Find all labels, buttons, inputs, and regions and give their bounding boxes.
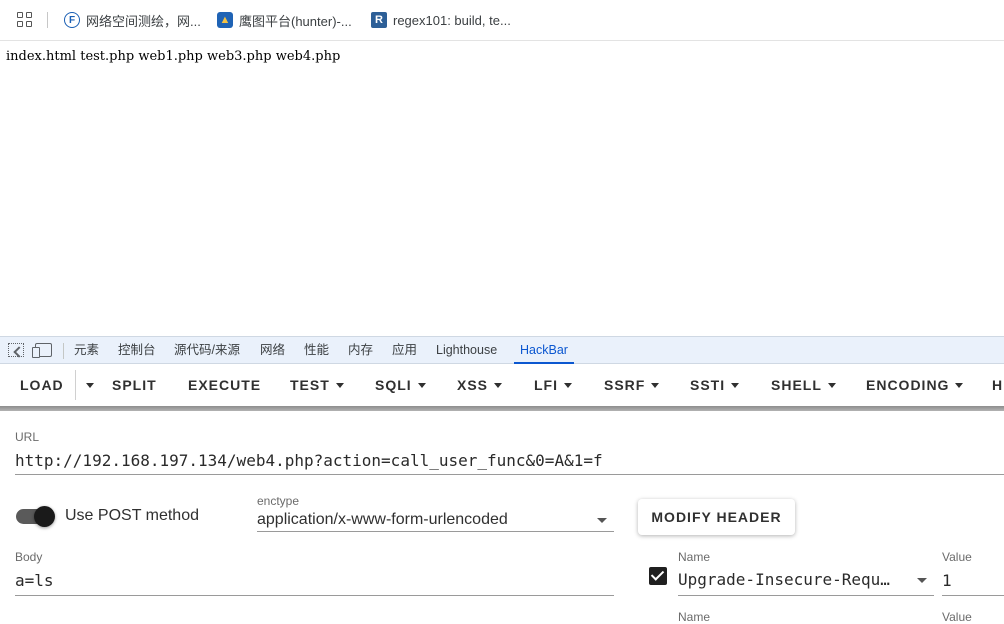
- header-value-label: Value: [942, 610, 972, 624]
- chevron-down-icon: [955, 382, 964, 388]
- chevron-down-icon: [651, 382, 660, 388]
- body-underline: [15, 595, 614, 596]
- shell-label: SHELL: [771, 377, 822, 393]
- tab-memory[interactable]: 内存: [348, 337, 373, 364]
- tab-console[interactable]: 控制台: [118, 337, 156, 364]
- sqli-menu-button[interactable]: SQLI: [375, 364, 426, 406]
- chevron-down-icon: [86, 382, 94, 388]
- modify-header-button[interactable]: MODIFY HEADER: [638, 499, 795, 535]
- bookmarks-bar: F 网络空间测绘，网... ▲ 鹰图平台(hunter)-... R regex…: [0, 0, 1004, 41]
- test-menu-button[interactable]: TEST: [290, 364, 344, 406]
- encoding-label: ENCODING: [866, 377, 950, 393]
- header-name-value: Upgrade-Insecure-Requ…: [678, 570, 890, 589]
- regex101-favicon-icon: R: [371, 12, 387, 28]
- header-value-input[interactable]: 1: [942, 571, 1004, 590]
- fofa-favicon-icon: F: [64, 12, 80, 28]
- tab-network[interactable]: 网络: [260, 337, 285, 364]
- apps-grid-icon[interactable]: [17, 12, 33, 28]
- bookmark-label: 网络空间测绘，网...: [86, 13, 201, 29]
- ssti-menu-button[interactable]: SSTI: [690, 364, 740, 406]
- xss-label: XSS: [457, 377, 489, 393]
- chevron-down-icon: [494, 382, 503, 388]
- chevron-down-icon: [335, 382, 344, 388]
- tab-lighthouse[interactable]: Lighthouse: [436, 337, 497, 364]
- tab-application[interactable]: 应用: [392, 337, 417, 364]
- bookmark-hunter[interactable]: ▲ 鹰图平台(hunter)-...: [217, 11, 352, 29]
- more-menu-button[interactable]: H: [992, 364, 1003, 406]
- bookmark-label: regex101: build, te...: [393, 12, 511, 28]
- header-name-underline: [678, 595, 934, 596]
- encoding-menu-button[interactable]: ENCODING: [866, 364, 964, 406]
- dropdown-arrow-icon: [917, 578, 927, 583]
- header-enabled-checkbox[interactable]: [649, 567, 667, 585]
- devtools-separator: [63, 343, 64, 359]
- enctype-select[interactable]: application/x-www-form-urlencoded: [257, 509, 614, 531]
- post-method-toggle[interactable]: [16, 506, 56, 527]
- device-toolbar-icon[interactable]: [32, 343, 52, 358]
- page-file-listing: index.html test.php web1.php web3.php we…: [6, 49, 341, 64]
- devtools-tab-bar: 元素 控制台 源代码/来源 网络 性能 内存 应用 Lighthouse Hac…: [0, 336, 1004, 364]
- lfi-label: LFI: [534, 377, 558, 393]
- url-underline: [15, 474, 1004, 475]
- chevron-down-icon: [564, 382, 572, 388]
- header-name-label: Name: [678, 550, 711, 564]
- enctype-value: application/x-www-form-urlencoded: [257, 511, 508, 528]
- xss-menu-button[interactable]: XSS: [457, 364, 503, 406]
- hackbar-toolbar: LOAD SPLIT EXECUTE TEST SQLI XSS LFI SSR…: [0, 364, 1004, 406]
- header-name-label: Name: [678, 610, 711, 624]
- tab-elements[interactable]: 元素: [74, 337, 99, 364]
- toolbar-shadow-divider: [0, 406, 1004, 411]
- bookmark-regex101[interactable]: R regex101: build, te...: [371, 11, 511, 29]
- ssti-label: SSTI: [690, 377, 726, 393]
- load-dropdown-button[interactable]: [80, 364, 94, 406]
- header-value-label: Value: [942, 550, 972, 564]
- hunter-favicon-icon: ▲: [217, 12, 233, 28]
- enctype-label: enctype: [257, 494, 300, 508]
- enctype-underline: [257, 531, 614, 532]
- test-label: TEST: [290, 377, 330, 393]
- load-button[interactable]: LOAD: [20, 364, 64, 406]
- load-label: LOAD: [20, 377, 64, 393]
- tab-performance[interactable]: 性能: [304, 337, 329, 364]
- chevron-down-icon: [827, 382, 836, 388]
- split-button[interactable]: SPLIT: [112, 364, 157, 406]
- toggle-knob: [34, 506, 55, 527]
- post-method-label: Use POST method: [65, 507, 199, 524]
- execute-button[interactable]: EXECUTE: [188, 364, 261, 406]
- ssrf-label: SSRF: [604, 377, 646, 393]
- bookmark-label: 鹰图平台(hunter)-...: [239, 13, 352, 29]
- tab-sources[interactable]: 源代码/来源: [174, 337, 240, 364]
- ssrf-menu-button[interactable]: SSRF: [604, 364, 660, 406]
- body-input[interactable]: a=ls: [15, 571, 614, 590]
- dropdown-arrow-icon: [597, 518, 607, 523]
- shell-menu-button[interactable]: SHELL: [771, 364, 836, 406]
- inspect-element-icon[interactable]: [8, 343, 24, 357]
- url-label: URL: [15, 430, 40, 444]
- lfi-menu-button[interactable]: LFI: [534, 364, 572, 406]
- sqli-label: SQLI: [375, 377, 412, 393]
- url-input[interactable]: http://192.168.197.134/web4.php?action=c…: [15, 451, 1004, 470]
- body-label: Body: [15, 550, 43, 564]
- tab-hackbar[interactable]: HackBar: [514, 337, 574, 364]
- bookmarks-separator: [47, 12, 48, 28]
- bookmark-fofa[interactable]: F 网络空间测绘，网...: [64, 11, 201, 29]
- chevron-down-icon: [417, 382, 426, 388]
- header-value-underline: [942, 595, 1004, 596]
- header-name-select[interactable]: Upgrade-Insecure-Requ…: [678, 570, 934, 592]
- toolbar-divider: [75, 370, 76, 400]
- chevron-down-icon: [731, 382, 740, 388]
